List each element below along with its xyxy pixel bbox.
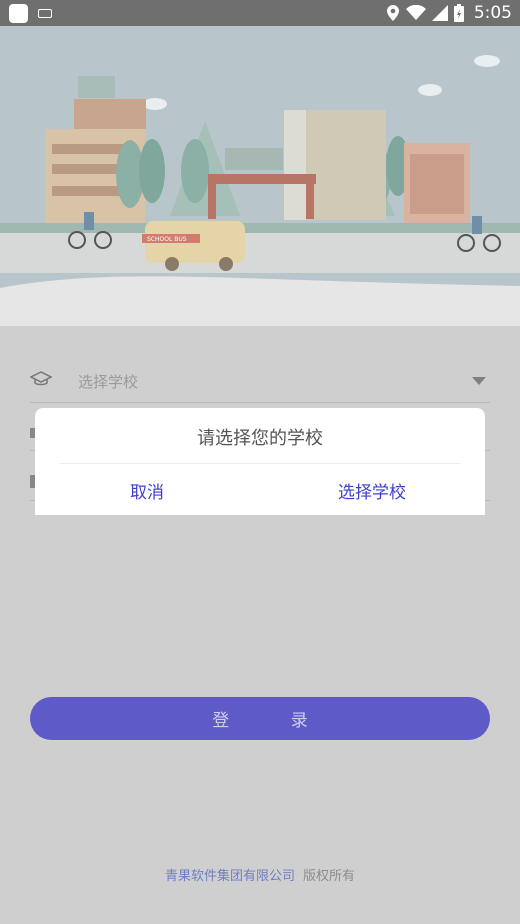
status-icons: 5:05 [386,0,512,26]
status-bar: 5:05 [0,0,520,26]
location-icon [386,5,399,21]
dialog-title: 请选择您的学校 [197,428,323,449]
company-name: 青果软件集团有限公司 [164,869,295,884]
school-placeholder: 选择学校 [78,373,139,391]
copyright-text: 版权所有 [303,869,356,884]
select-school-dialog: 请选择您的学校 取消 选择学校 [35,408,485,515]
signal-icon [431,5,448,21]
cancel-button[interactable]: 取消 [130,478,164,503]
footer: 青果软件集团有限公司 版权所有 [0,865,520,884]
login-button[interactable]: 登 录 [30,697,490,740]
battery-icon [453,4,464,22]
school-selector[interactable]: 选择学校 [30,360,490,403]
dropdown-arrow-icon[interactable] [472,377,486,385]
svg-text:SCHOOL BUS: SCHOOL BUS [147,236,187,243]
graduation-cap-icon [30,371,52,386]
app-notification-icon [9,4,28,23]
campus-banner-image: SCHOOL BUS [0,26,520,326]
dialog-divider [59,463,461,464]
login-form: 选择学校 [30,360,490,403]
wifi-icon [405,5,426,20]
clock: 5:05 [473,3,512,23]
choose-school-button[interactable]: 选择学校 [338,478,406,503]
keyboard-icon [38,9,52,18]
